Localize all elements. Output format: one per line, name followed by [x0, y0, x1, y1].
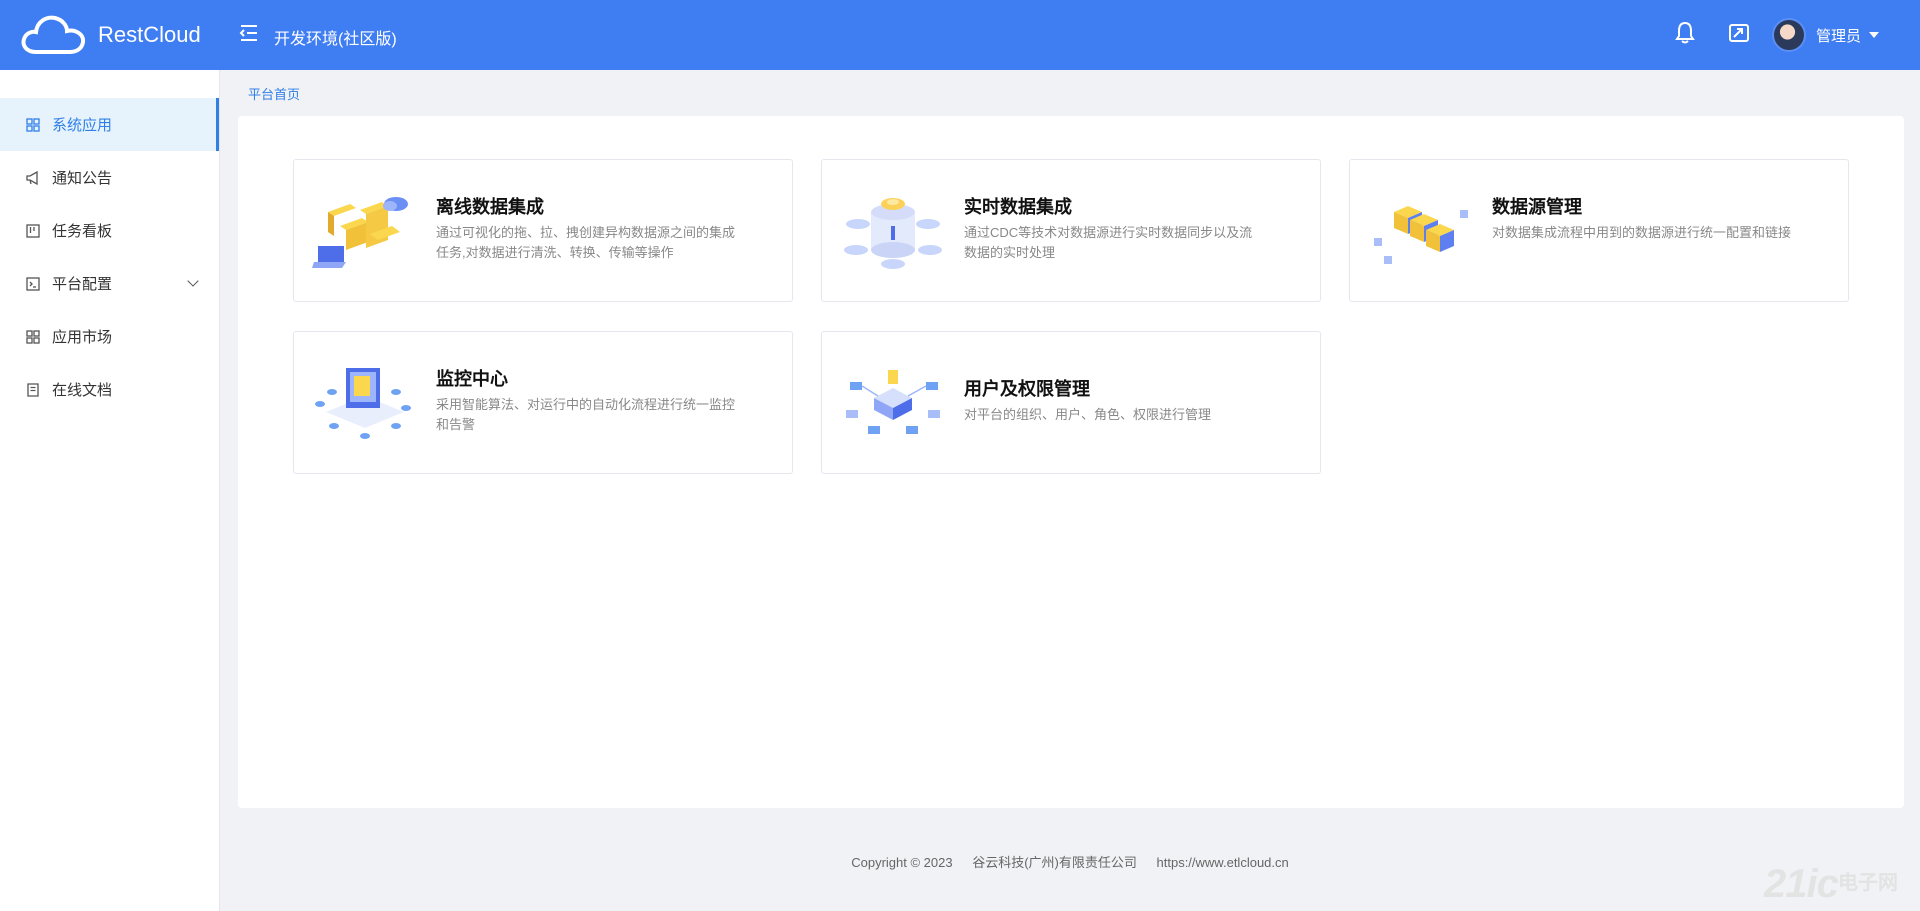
sidebar: 系统应用 通知公告 任务看板 平台配置 应用市场 在线文档 — [0, 70, 220, 911]
menu-toggle-icon[interactable] — [238, 22, 260, 44]
caret-down-icon — [1869, 32, 1880, 38]
card-datasource-management[interactable]: 数据源管理 对数据集成流程中用到的数据源进行统一配置和链接 — [1349, 159, 1849, 302]
watermark-logo: 21ic — [1764, 862, 1839, 906]
card-description: 对平台的组织、用户、角色、权限进行管理 — [964, 407, 1212, 422]
company-name: 谷云科技(广州)有限责任公司 — [972, 855, 1137, 870]
watermark-text: 电子网 — [1838, 872, 1898, 894]
footer: Copyright © 2023 谷云科技(广州)有限责任公司 https://… — [220, 852, 1920, 871]
monitor-illustration-icon — [315, 368, 411, 439]
top-header: RestCloud 开发环境(社区版) 管理员 — [0, 0, 1920, 70]
sidebar-item-task-board[interactable]: 任务看板 — [0, 204, 219, 257]
brand-name: RestCloud — [98, 22, 201, 47]
card-title: 实时数据集成 — [964, 197, 1072, 217]
chevron-down-icon[interactable] — [187, 275, 199, 287]
card-title: 离线数据集成 — [436, 197, 544, 217]
realtime-illustration-icon — [844, 198, 942, 269]
etl-illustration-icon — [312, 197, 408, 268]
sidebar-item-online-docs[interactable]: 在线文档 — [0, 363, 219, 416]
user-menu[interactable]: 管理员 — [1772, 18, 1880, 52]
grid-icon — [26, 117, 40, 132]
sidebar-item-label: 任务看板 — [52, 223, 113, 240]
sidebar-item-label: 平台配置 — [52, 276, 113, 293]
logo[interactable]: RestCloud — [20, 12, 201, 58]
document-icon — [27, 382, 39, 397]
share-icon[interactable] — [1726, 20, 1752, 46]
terminal-icon — [26, 276, 40, 291]
website-link[interactable]: https://www.etlcloud.cn — [1157, 855, 1289, 870]
card-title: 用户及权限管理 — [964, 379, 1090, 399]
sidebar-item-app-market[interactable]: 应用市场 — [0, 310, 219, 363]
avatar[interactable] — [1772, 18, 1806, 52]
card-monitoring-center[interactable]: 监控中心 采用智能算法、对运行中的自动化流程进行统一监控和告警 — [293, 331, 793, 474]
card-description: 对数据集成流程中用到的数据源进行统一配置和链接 — [1492, 225, 1792, 240]
card-offline-integration[interactable]: 离线数据集成 通过可视化的拖、拉、拽创建异构数据源之间的集成任务,对数据进行清洗… — [293, 159, 793, 302]
copyright: Copyright © 2023 — [851, 855, 953, 870]
sidebar-item-system-apps[interactable]: 系统应用 — [0, 98, 219, 151]
megaphone-icon — [26, 170, 38, 185]
user-name: 管理员 — [1816, 27, 1862, 45]
sidebar-item-label: 系统应用 — [52, 117, 113, 134]
card-user-permission-management[interactable]: 用户及权限管理 对平台的组织、用户、角色、权限进行管理 — [821, 331, 1321, 474]
sidebar-item-label: 通知公告 — [52, 170, 113, 187]
card-description: 通过CDC等技术对数据源进行实时数据同步以及流数据的实时处理 — [964, 225, 1253, 260]
sidebar-item-platform-config[interactable]: 平台配置 — [0, 257, 219, 310]
sidebar-item-label: 应用市场 — [52, 329, 113, 346]
card-title: 监控中心 — [436, 369, 508, 389]
card-description: 通过可视化的拖、拉、拽创建异构数据源之间的集成任务,对数据进行清洗、转换、传输等… — [436, 225, 736, 260]
cloud-logo-icon — [21, 15, 86, 54]
grid-icon — [26, 329, 40, 344]
breadcrumb[interactable]: 平台首页 — [248, 84, 300, 103]
sidebar-item-label: 在线文档 — [52, 382, 113, 399]
environment-title: 开发环境(社区版) — [274, 31, 397, 48]
datasource-illustration-icon — [1374, 206, 1468, 264]
bell-icon[interactable] — [1672, 20, 1698, 46]
board-icon — [26, 223, 40, 238]
sidebar-item-notices[interactable]: 通知公告 — [0, 151, 219, 204]
card-description: 采用智能算法、对运行中的自动化流程进行统一监控和告警 — [436, 397, 736, 432]
main-panel: 离线数据集成 通过可视化的拖、拉、拽创建异构数据源之间的集成任务,对数据进行清洗… — [238, 116, 1904, 808]
permission-illustration-icon — [846, 370, 940, 434]
card-realtime-integration[interactable]: 实时数据集成 通过CDC等技术对数据源进行实时数据同步以及流数据的实时处理 — [821, 159, 1321, 302]
card-title: 数据源管理 — [1492, 197, 1582, 217]
